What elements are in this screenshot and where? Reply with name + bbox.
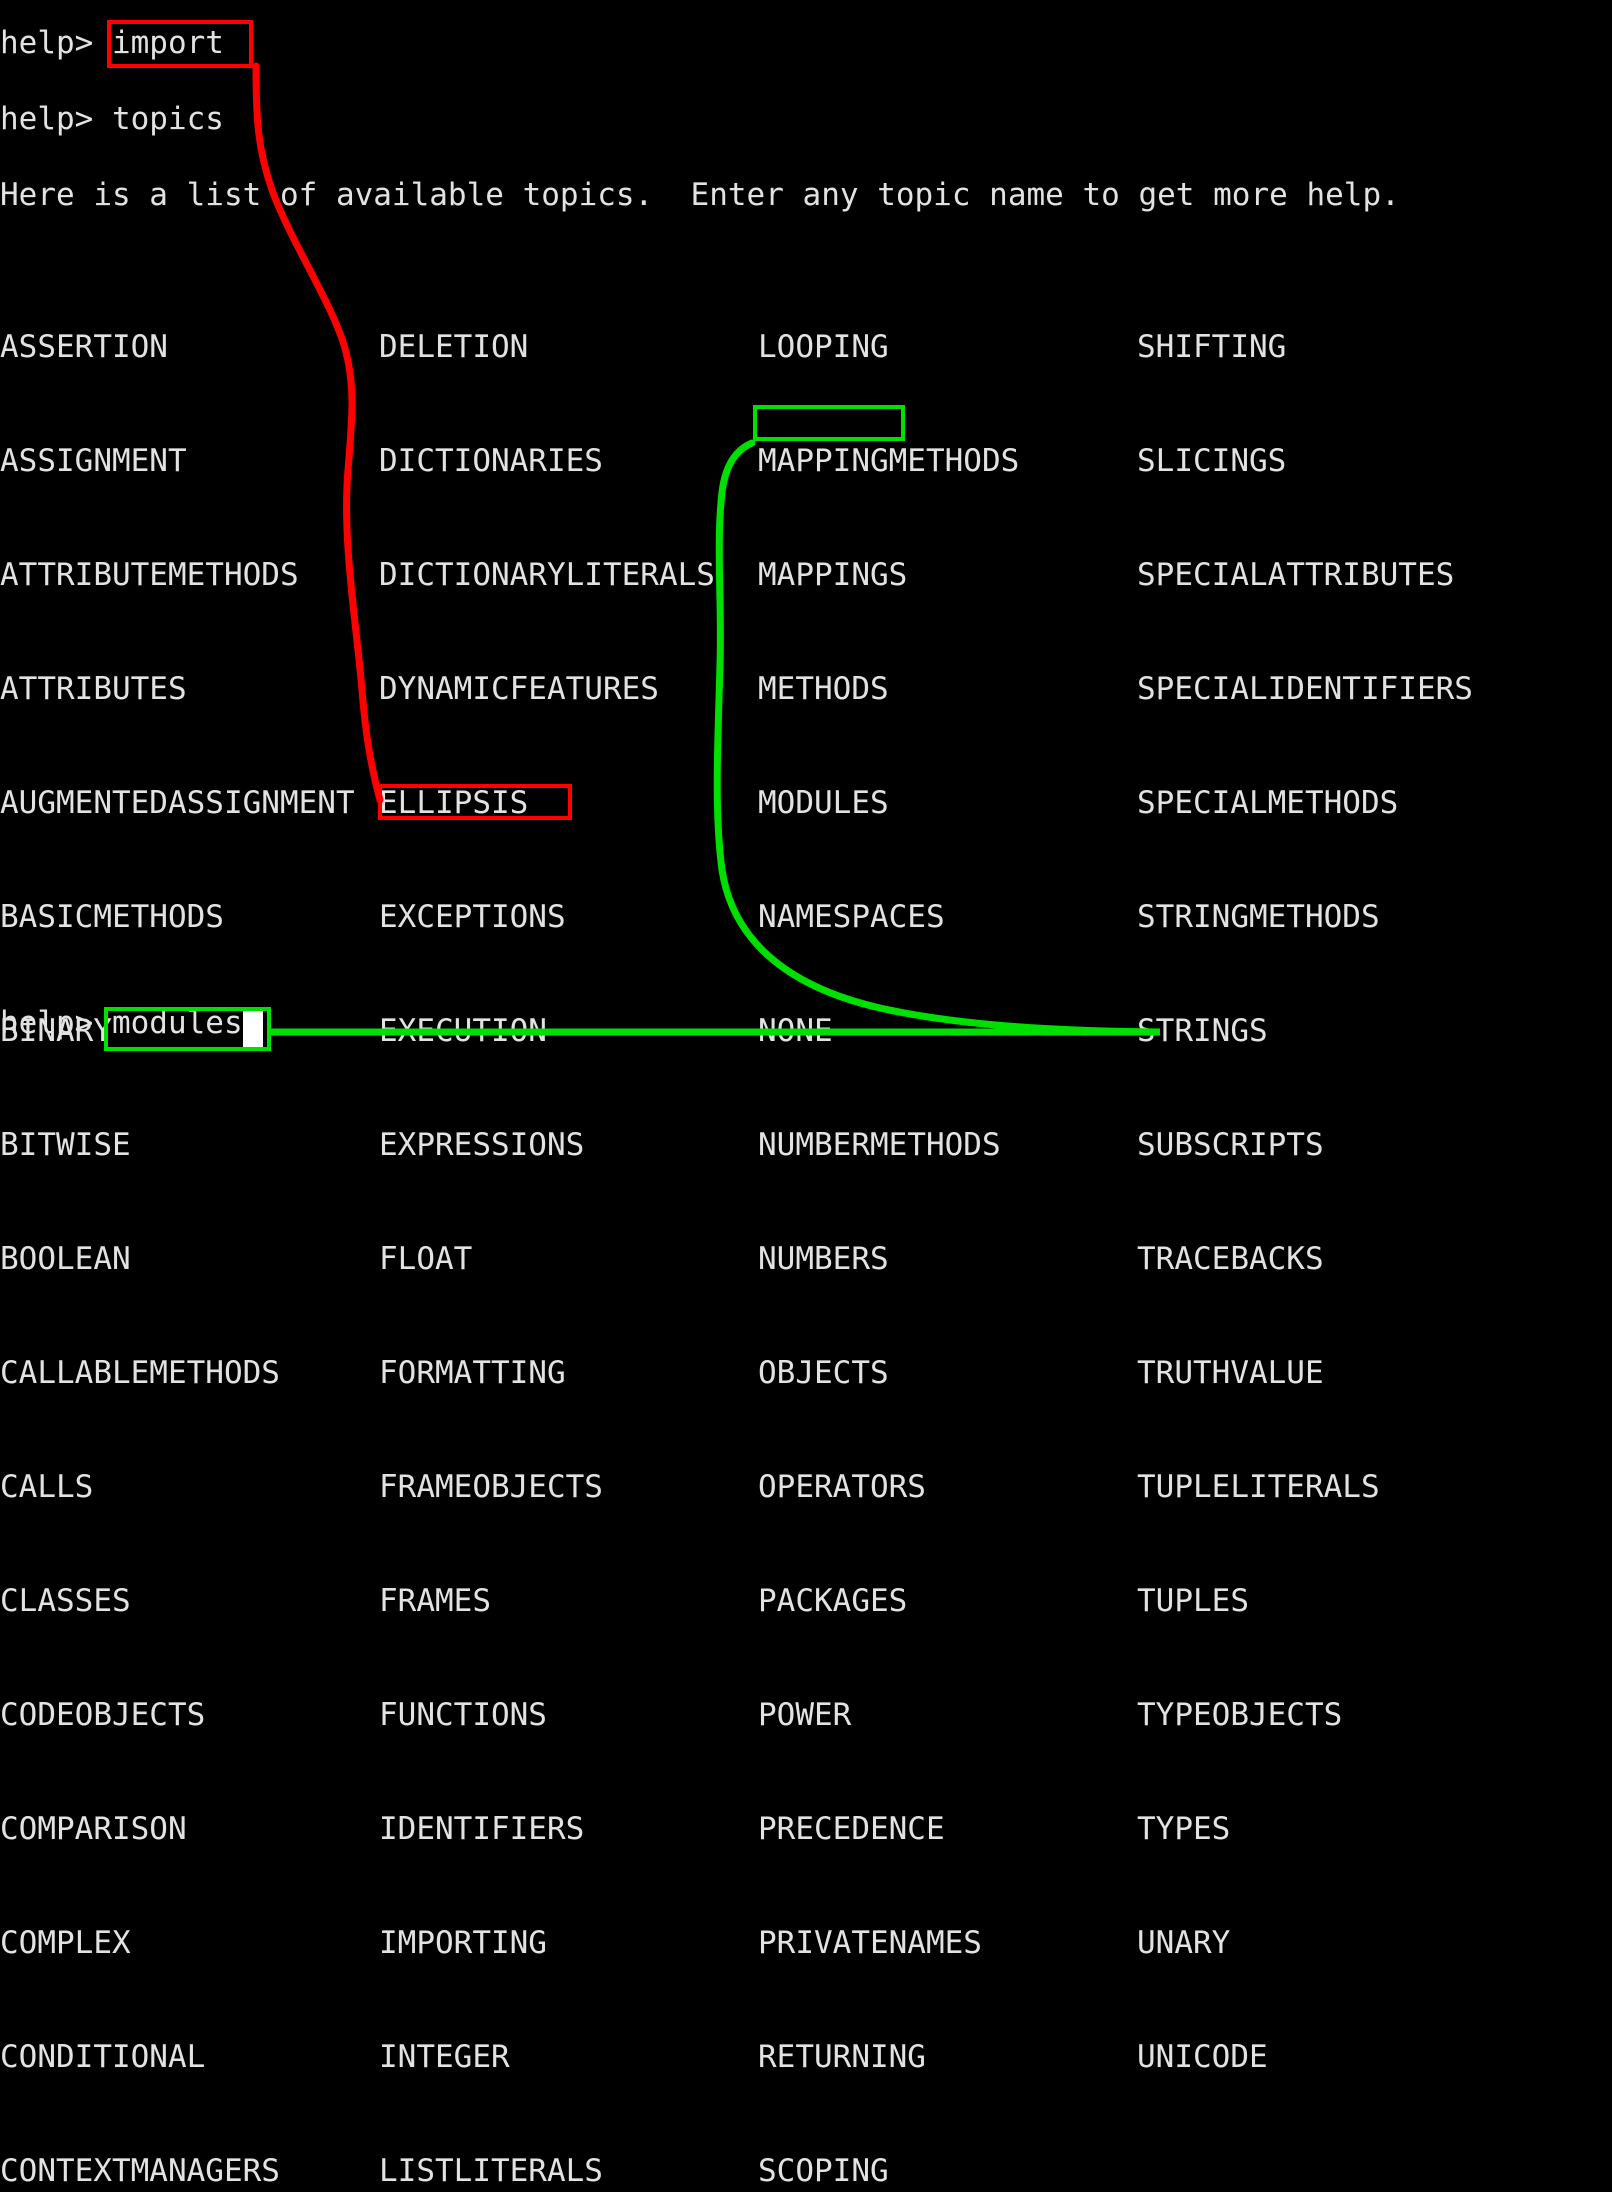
command-modules: modules [111, 1005, 243, 1041]
topics-intro-text: Here is a list of available topics. Ente… [0, 177, 1400, 213]
topic-item: COMPARISON [0, 1811, 187, 1847]
topic-item: TYPES [1137, 1811, 1231, 1847]
topic-item: STRINGS [1137, 1013, 1268, 1049]
topic-item: FLOAT [379, 1241, 473, 1277]
topic-item: NUMBERMETHODS [758, 1127, 1001, 1163]
topic-item: POWER [758, 1697, 852, 1733]
topic-item: SHIFTING [1137, 329, 1287, 365]
topic-item: MAPPINGS [758, 557, 908, 593]
topic-item: SUBSCRIPTS [1137, 1127, 1324, 1163]
topic-item: UNICODE [1137, 2039, 1268, 2075]
topic-item: CONDITIONAL [0, 2039, 206, 2075]
topic-item: OPERATORS [758, 1469, 926, 1505]
topic-item: TUPLES [1137, 1583, 1249, 1619]
topic-item: FORMATTING [379, 1355, 566, 1391]
topic-item: SPECIALATTRIBUTES [1137, 557, 1455, 593]
topic-item: NONE [758, 1013, 833, 1049]
topic-item: CALLS [0, 1469, 94, 1505]
topic-item: CALLABLEMETHODS [0, 1355, 280, 1391]
topic-item: BASICMETHODS [0, 899, 224, 935]
topic-item-importing: IMPORTING [379, 1925, 547, 1961]
topic-item: INTEGER [379, 2039, 510, 2075]
prompt-label-import: help> [0, 25, 112, 61]
topic-item: EXECUTION [379, 1013, 547, 1049]
topic-item: FUNCTIONS [379, 1697, 547, 1733]
topic-item: ELLIPSIS [379, 785, 529, 821]
topic-item: FRAMES [379, 1583, 491, 1619]
topic-item: AUGMENTEDASSIGNMENT [0, 785, 355, 821]
topic-item: LOOPING [758, 329, 889, 365]
prompt-line-import: help> import [0, 24, 224, 62]
topics-column-1: ASSERTION ASSIGNMENT ATTRIBUTEMETHODS AT… [0, 252, 355, 2192]
topic-item: NUMBERS [758, 1241, 889, 1277]
topic-item: TRACEBACKS [1137, 1241, 1324, 1277]
topics-column-2: DELETION DICTIONARIES DICTIONARYLITERALS… [379, 252, 715, 2192]
topic-item: EXCEPTIONS [379, 899, 566, 935]
terminal-screen[interactable]: help> import help> topics Here is a list… [0, 0, 1612, 2189]
topic-item: IDENTIFIERS [379, 1811, 585, 1847]
topic-item: SPECIALMETHODS [1137, 785, 1399, 821]
prompt-line-topics: help> topics [0, 101, 224, 137]
topic-item: DICTIONARYLITERALS [379, 557, 715, 593]
topic-item: BITWISE [0, 1127, 131, 1163]
topic-item: SCOPING [758, 2153, 889, 2189]
topic-item: SLICINGS [1137, 443, 1287, 479]
topics-column-4: SHIFTING SLICINGS SPECIALATTRIBUTES SPEC… [1137, 252, 1473, 2152]
topic-item: DYNAMICFEATURES [379, 671, 659, 707]
topic-item: EXPRESSIONS [379, 1127, 585, 1163]
topic-item: COMPLEX [0, 1925, 131, 1961]
topic-item: LISTLITERALS [379, 2153, 603, 2189]
topic-item: SPECIALIDENTIFIERS [1137, 671, 1473, 707]
topic-item: PACKAGES [758, 1583, 908, 1619]
topic-item: ATTRIBUTES [0, 671, 187, 707]
topic-item: DICTIONARIES [379, 443, 603, 479]
topic-item: CONTEXTMANAGERS [0, 2153, 280, 2189]
prompt-label-modules: help> [0, 1005, 112, 1041]
topic-item-modules: MODULES [758, 785, 889, 821]
topic-item: METHODS [758, 671, 889, 707]
topic-item: TRUTHVALUE [1137, 1355, 1324, 1391]
command-import: import [111, 25, 224, 61]
topic-item: ASSERTION [0, 329, 168, 365]
topic-item: PRECEDENCE [758, 1811, 945, 1847]
topic-item: FRAMEOBJECTS [379, 1469, 603, 1505]
topics-grid: ASSERTION ASSIGNMENT ATTRIBUTEMETHODS AT… [0, 252, 1612, 2189]
prompt-line-modules: help> modules [0, 1004, 243, 1042]
topics-column-3: LOOPING MAPPINGMETHODS MAPPINGS METHODS … [758, 252, 1038, 2192]
topic-item: TUPLELITERALS [1137, 1469, 1380, 1505]
topic-item: ATTRIBUTEMETHODS [0, 557, 299, 593]
topic-item: MAPPINGMETHODS [758, 443, 1020, 479]
topic-item: ASSIGNMENT [0, 443, 187, 479]
topic-item: CLASSES [0, 1583, 131, 1619]
topic-item: CODEOBJECTS [0, 1697, 206, 1733]
text-cursor [243, 1011, 263, 1047]
topic-item: DELETION [379, 329, 529, 365]
topic-item: BOOLEAN [0, 1241, 131, 1277]
topic-item: RETURNING [758, 2039, 926, 2075]
topic-item: UNARY [1137, 1925, 1231, 1961]
topic-item: OBJECTS [758, 1355, 889, 1391]
topic-item: PRIVATENAMES [758, 1925, 982, 1961]
topic-item: NAMESPACES [758, 899, 945, 935]
topic-item: STRINGMETHODS [1137, 899, 1380, 935]
topic-item: TYPEOBJECTS [1137, 1697, 1343, 1733]
